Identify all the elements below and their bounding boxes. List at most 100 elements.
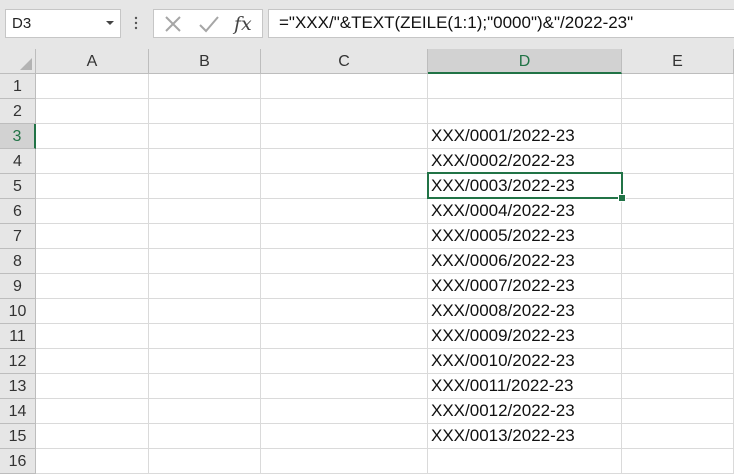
row-header-5[interactable]: 5 [0, 174, 36, 199]
cell-d15[interactable]: XXX/0013/2022-23 [428, 424, 622, 449]
cell-c8[interactable] [261, 249, 428, 274]
cell-e12[interactable] [622, 349, 734, 374]
cell-b11[interactable] [149, 324, 261, 349]
cell-b12[interactable] [149, 349, 261, 374]
cell-d14[interactable]: XXX/0012/2022-23 [428, 399, 622, 424]
cell-e13[interactable] [622, 374, 734, 399]
cell-e11[interactable] [622, 324, 734, 349]
cell-b4[interactable] [149, 149, 261, 174]
cell-b1[interactable] [149, 74, 261, 99]
cell-e4[interactable] [622, 149, 734, 174]
row-header-6[interactable]: 6 [0, 199, 36, 224]
cell-c10[interactable] [261, 299, 428, 324]
cell-c13[interactable] [261, 374, 428, 399]
cell-c1[interactable] [261, 74, 428, 99]
cell-c4[interactable] [261, 149, 428, 174]
cell-e16[interactable] [622, 449, 734, 474]
column-header-a[interactable]: A [36, 49, 149, 74]
cell-e5[interactable] [622, 174, 734, 199]
cell-d4[interactable]: XXX/0002/2022-23 [428, 149, 622, 174]
cell-a6[interactable] [36, 199, 149, 224]
cell-b2[interactable] [149, 99, 261, 124]
cell-e15[interactable] [622, 424, 734, 449]
formula-input[interactable]: ="XXX/"&TEXT(ZEILE(1:1);"0000")&"/2022-2… [268, 9, 734, 38]
row-header-11[interactable]: 11 [0, 324, 36, 349]
cell-d1[interactable] [428, 74, 622, 99]
cell-a1[interactable] [36, 74, 149, 99]
row-header-8[interactable]: 8 [0, 249, 36, 274]
cell-b10[interactable] [149, 299, 261, 324]
cell-e10[interactable] [622, 299, 734, 324]
cell-c12[interactable] [261, 349, 428, 374]
cell-a7[interactable] [36, 224, 149, 249]
cell-b15[interactable] [149, 424, 261, 449]
chevron-down-icon[interactable] [105, 15, 115, 31]
cell-e3[interactable] [622, 124, 734, 149]
cell-e9[interactable] [622, 274, 734, 299]
cell-b14[interactable] [149, 399, 261, 424]
cell-a11[interactable] [36, 324, 149, 349]
cell-c3[interactable] [261, 124, 428, 149]
cell-e14[interactable] [622, 399, 734, 424]
cell-d10[interactable]: XXX/0008/2022-23 [428, 299, 622, 324]
cell-c16[interactable] [261, 449, 428, 474]
row-header-7[interactable]: 7 [0, 224, 36, 249]
cell-b3[interactable] [149, 124, 261, 149]
cell-b16[interactable] [149, 449, 261, 474]
cell-a10[interactable] [36, 299, 149, 324]
select-all-corner[interactable] [0, 49, 36, 74]
cell-a4[interactable] [36, 149, 149, 174]
cell-c5[interactable] [261, 174, 428, 199]
cell-b9[interactable] [149, 274, 261, 299]
cell-a3[interactable] [36, 124, 149, 149]
x-icon[interactable] [163, 14, 183, 34]
row-header-15[interactable]: 15 [0, 424, 36, 449]
row-header-10[interactable]: 10 [0, 299, 36, 324]
name-box[interactable]: D3 [5, 9, 121, 38]
cell-c9[interactable] [261, 274, 428, 299]
check-icon[interactable] [198, 14, 220, 34]
cell-d11[interactable]: XXX/0009/2022-23 [428, 324, 622, 349]
row-header-9[interactable]: 9 [0, 274, 36, 299]
cell-d5[interactable]: XXX/0003/2022-23 [428, 174, 622, 199]
cell-a9[interactable] [36, 274, 149, 299]
cell-a14[interactable] [36, 399, 149, 424]
cell-e2[interactable] [622, 99, 734, 124]
cell-d13[interactable]: XXX/0011/2022-23 [428, 374, 622, 399]
cell-b13[interactable] [149, 374, 261, 399]
cell-a12[interactable] [36, 349, 149, 374]
cell-d3[interactable]: XXX/0001/2022-23 [428, 124, 622, 149]
cell-a8[interactable] [36, 249, 149, 274]
column-header-e[interactable]: E [622, 49, 734, 74]
cell-a16[interactable] [36, 449, 149, 474]
cell-b6[interactable] [149, 199, 261, 224]
cell-d6[interactable]: XXX/0004/2022-23 [428, 199, 622, 224]
cell-c14[interactable] [261, 399, 428, 424]
cell-e7[interactable] [622, 224, 734, 249]
cell-c2[interactable] [261, 99, 428, 124]
cell-a13[interactable] [36, 374, 149, 399]
cell-d16[interactable] [428, 449, 622, 474]
cell-b5[interactable] [149, 174, 261, 199]
row-header-3[interactable]: 3 [0, 124, 36, 149]
cell-d7[interactable]: XXX/0005/2022-23 [428, 224, 622, 249]
row-header-12[interactable]: 12 [0, 349, 36, 374]
cell-b8[interactable] [149, 249, 261, 274]
cell-a15[interactable] [36, 424, 149, 449]
fill-handle[interactable] [618, 194, 626, 202]
more-options-icon[interactable] [133, 12, 139, 34]
cell-d9[interactable]: XXX/0007/2022-23 [428, 274, 622, 299]
cell-d2[interactable] [428, 99, 622, 124]
cell-c11[interactable] [261, 324, 428, 349]
cell-e6[interactable] [622, 199, 734, 224]
cell-e1[interactable] [622, 74, 734, 99]
row-header-13[interactable]: 13 [0, 374, 36, 399]
row-header-14[interactable]: 14 [0, 399, 36, 424]
cell-c7[interactable] [261, 224, 428, 249]
row-header-2[interactable]: 2 [0, 99, 36, 124]
cell-e8[interactable] [622, 249, 734, 274]
cell-c15[interactable] [261, 424, 428, 449]
column-header-b[interactable]: B [149, 49, 261, 74]
row-header-16[interactable]: 16 [0, 449, 36, 474]
fx-icon[interactable]: fx [232, 13, 258, 35]
